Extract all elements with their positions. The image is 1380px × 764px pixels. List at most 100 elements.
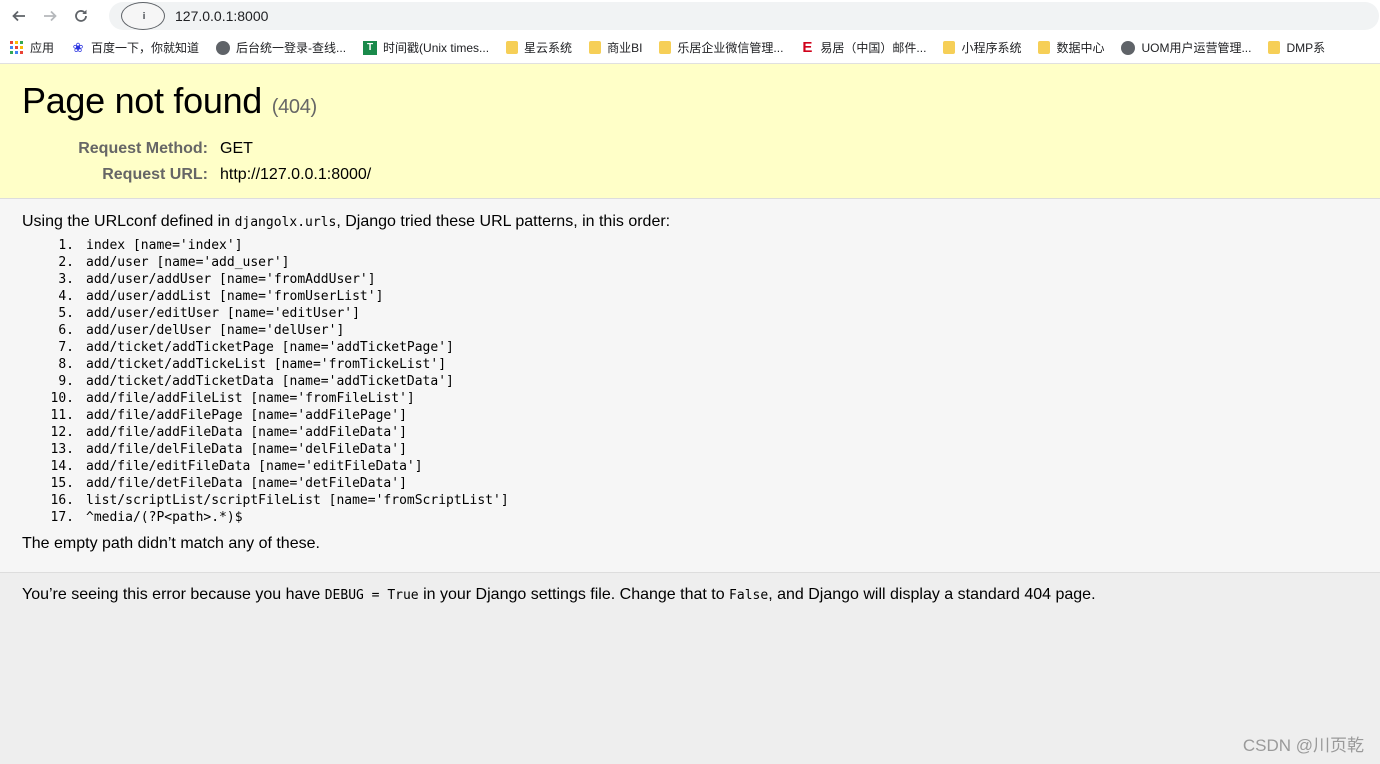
debug-setting: DEBUG = True	[324, 588, 419, 603]
pattern-number: 6.	[58, 323, 74, 338]
bookmark-label: 小程序系统	[961, 41, 1022, 55]
pattern-number: 3.	[58, 272, 74, 287]
pattern-number: 16.	[50, 493, 74, 508]
url-pattern-item: 3. add/user/addUser [name='fromAddUser']	[58, 271, 1360, 288]
bookmark-xingyun[interactable]: 星云系统	[506, 39, 572, 56]
title-text: Page not found	[22, 80, 263, 121]
address-url: 127.0.0.1:8000	[175, 8, 269, 24]
bookmark-baidu[interactable]: ❀ 百度一下，你就知道	[71, 39, 199, 56]
bookmark-label: 应用	[30, 41, 55, 55]
pattern-number: 10.	[50, 391, 74, 406]
folder-icon	[943, 41, 956, 54]
url-pattern-item: 7. add/ticket/addTicketPage [name='addTic…	[58, 339, 1360, 356]
bookmark-label: 商业BI	[607, 41, 643, 55]
request-method-value: GET	[220, 140, 253, 157]
pattern-text: ^media/(?P<path>.*)$	[86, 510, 243, 525]
pattern-number: 14.	[50, 459, 74, 474]
pattern-number: 5.	[58, 306, 74, 321]
pattern-text: add/file/addFilePage [name='addFilePage'…	[86, 408, 407, 423]
bookmark-label: UOM用户运营管理...	[1141, 41, 1252, 55]
pattern-text: index [name='index']	[86, 238, 243, 253]
bookmark-apps[interactable]: 应用	[10, 39, 54, 56]
url-patterns-section: Using the URLconf defined in djangolx.ur…	[0, 199, 1380, 573]
pattern-number: 9.	[58, 374, 74, 389]
address-bar[interactable]: i 127.0.0.1:8000	[109, 2, 1379, 30]
reload-icon	[75, 9, 87, 22]
urlconf-intro: Using the URLconf defined in djangolx.ur…	[22, 213, 1360, 231]
false-value: False	[729, 588, 769, 603]
explanation-text-mid: in your Django settings file. Change tha…	[418, 586, 730, 603]
url-pattern-item: 16. list/scriptList/scriptFileList [name=…	[51, 492, 1360, 509]
url-pattern-item: 6. add/user/delUser [name='delUser']	[58, 322, 1360, 339]
page-title: Page not found (404)	[22, 80, 1360, 122]
bookmark-bi[interactable]: 商业BI	[589, 39, 642, 56]
pattern-text: add/file/editFileData [name='editFileDat…	[86, 459, 423, 474]
t-icon: T	[363, 40, 378, 55]
pattern-number: 4.	[58, 289, 74, 304]
url-pattern-item: 2. add/user [name='add_user']	[58, 254, 1360, 271]
url-pattern-item: 5. add/user/editUser [name='editUser']	[58, 305, 1360, 322]
pattern-number: 8.	[58, 357, 74, 372]
globe-icon	[216, 40, 231, 55]
pattern-text: add/file/addFileData [name='addFileData'…	[86, 425, 407, 440]
pattern-text: add/ticket/addTicketPage [name='addTicke…	[86, 340, 454, 355]
url-pattern-item: 11. add/file/addFilePage [name='addFilePa…	[51, 407, 1360, 424]
folder-icon	[589, 41, 602, 54]
bookmark-mail[interactable]: E 易居（中国）邮件...	[800, 39, 926, 56]
arrow-left-icon	[12, 10, 25, 22]
request-method-row: Request Method: GET	[22, 136, 1360, 162]
pattern-text: add/file/addFileList [name='fromFileList…	[86, 391, 415, 406]
status-code: (404)	[271, 96, 318, 118]
pattern-text: add/file/delFileData [name='delFileData'…	[86, 442, 407, 457]
bookmark-backend-login[interactable]: 后台统一登录-查线...	[216, 39, 346, 56]
bookmark-label: 后台统一登录-查线...	[236, 41, 347, 55]
pattern-number: 15.	[50, 476, 74, 491]
url-pattern-item: 17. ^media/(?P<path>.*)$	[51, 509, 1360, 526]
urlconf-module: djangolx.urls	[234, 215, 337, 230]
bookmark-timestamp[interactable]: T 时间戳(Unix times...	[363, 39, 489, 56]
pattern-text: add/user [name='add_user']	[86, 255, 290, 270]
bookmark-leju[interactable]: 乐居企业微信管理...	[659, 39, 783, 56]
globe-icon	[1121, 40, 1136, 55]
pattern-text: add/file/detFileData [name='detFileData'…	[86, 476, 407, 491]
bookmark-uom[interactable]: UOM用户运营管理...	[1121, 39, 1251, 56]
url-pattern-item: 9. add/ticket/addTicketData [name='addTic…	[58, 373, 1360, 390]
pattern-text: list/scriptList/scriptFileList [name='fr…	[86, 493, 509, 508]
explanation-text: You’re seeing this error because you hav…	[22, 586, 325, 603]
folder-icon	[1268, 41, 1281, 54]
debug-explanation: You’re seeing this error because you hav…	[0, 573, 1380, 604]
url-pattern-item: 15. add/file/detFileData [name='detFileDa…	[51, 475, 1360, 492]
info-icon[interactable]: i	[121, 2, 165, 30]
request-url-row: Request URL: http://127.0.0.1:8000/	[22, 162, 1360, 188]
arrow-right-icon	[44, 10, 57, 22]
bookmark-dmp[interactable]: DMP系	[1268, 39, 1325, 56]
pattern-number: 17.	[50, 510, 74, 525]
reload-button[interactable]	[70, 5, 92, 27]
bookmark-label: 乐居企业微信管理...	[677, 41, 784, 55]
browser-toolbar: i 127.0.0.1:8000	[0, 0, 1380, 32]
forward-button[interactable]	[39, 5, 61, 27]
intro-text: Using the URLconf defined in	[22, 213, 235, 230]
bookmark-label: DMP系	[1286, 41, 1326, 55]
url-pattern-item: 8. add/ticket/addTickeList [name='fromTic…	[58, 356, 1360, 373]
request-url-value: http://127.0.0.1:8000/	[220, 166, 372, 183]
bookmarks-bar: 应用 ❀ 百度一下，你就知道 后台统一登录-查线... T 时间戳(Unix t…	[0, 32, 1380, 64]
back-button[interactable]	[8, 5, 30, 27]
pattern-text: add/user/addList [name='fromUserList']	[86, 289, 384, 304]
url-pattern-item: 10. add/file/addFileList [name='fromFileL…	[51, 390, 1360, 407]
url-pattern-item: 4. add/user/addList [name='fromUserList']	[58, 288, 1360, 305]
pattern-number: 13.	[50, 442, 74, 457]
pattern-text: add/ticket/addTickeList [name='fromTicke…	[86, 357, 447, 372]
pattern-number: 2.	[58, 255, 74, 270]
bookmark-label: 百度一下，你就知道	[91, 41, 200, 55]
intro-text-end: , Django tried these URL patterns, in th…	[336, 213, 671, 230]
bookmark-datacenter[interactable]: 数据中心	[1038, 39, 1104, 56]
pattern-text: add/user/editUser [name='editUser']	[86, 306, 360, 321]
url-pattern-item: 1. index [name='index']	[58, 237, 1360, 254]
bookmark-label: 星云系统	[524, 41, 573, 55]
url-pattern-item: 14. add/file/editFileData [name='editFile…	[51, 458, 1360, 475]
pattern-number: 7.	[58, 340, 74, 355]
no-match-message: The empty path didn’t match any of these…	[22, 535, 320, 552]
pattern-text: add/ticket/addTicketData [name='addTicke…	[86, 374, 454, 389]
bookmark-miniprogram[interactable]: 小程序系统	[943, 39, 1021, 56]
